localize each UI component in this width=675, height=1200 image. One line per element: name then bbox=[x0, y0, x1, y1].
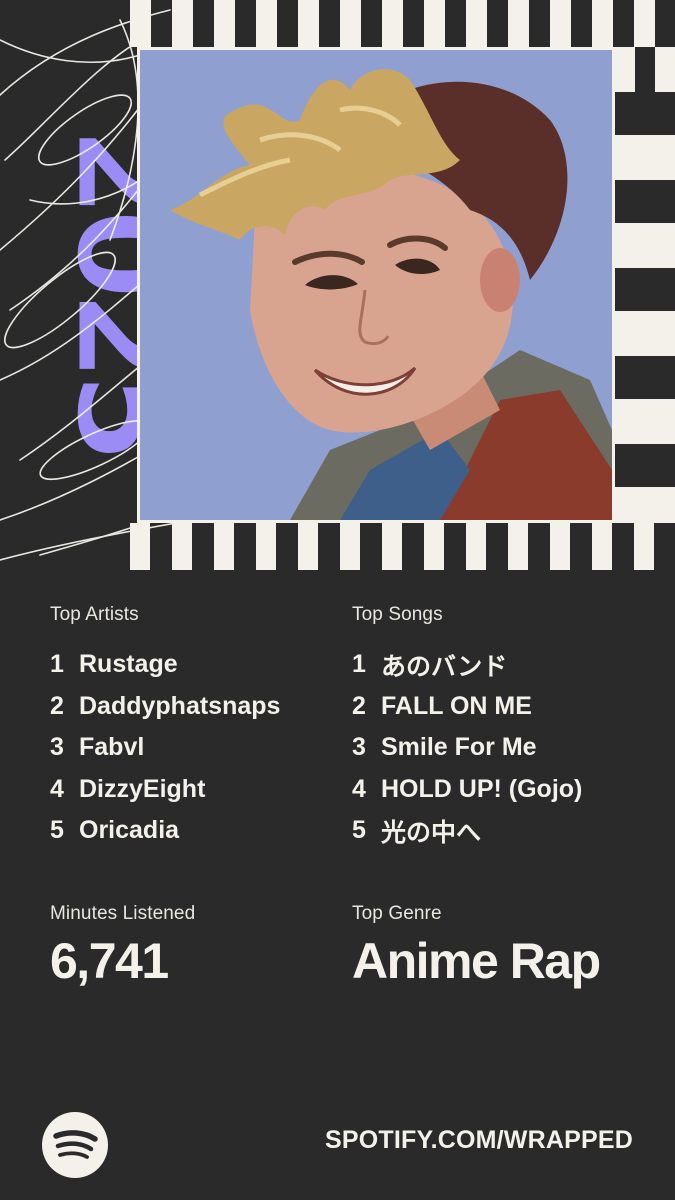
minutes-listened-value: 6,741 bbox=[50, 933, 169, 989]
song-name: HOLD UP! (Gojo) bbox=[381, 774, 583, 803]
artist-name: Rustage bbox=[79, 650, 178, 679]
song-name: あのバンド bbox=[381, 652, 508, 681]
artist-list-item: 3 Fabvl bbox=[50, 727, 340, 769]
minutes-listened-label: Minutes Listened bbox=[50, 903, 196, 924]
top-artists-label: Top Artists bbox=[50, 604, 139, 625]
song-list-item: 5 光の中へ bbox=[352, 810, 652, 852]
artist-list-item: 4 DizzyEight bbox=[50, 769, 340, 811]
song-name: FALL ON ME bbox=[381, 691, 532, 720]
wrapped-card: 2025 Top Artists 1 Rustage 2 Daddyphatsn… bbox=[0, 0, 675, 1200]
artist-name: DizzyEight bbox=[79, 774, 206, 803]
song-rank: 4 bbox=[352, 774, 366, 803]
artist-list-item: 2 Daddyphatsnaps bbox=[50, 686, 340, 728]
song-name: 光の中へ bbox=[381, 818, 482, 847]
artist-portrait-image bbox=[140, 50, 612, 520]
artist-rank: 3 bbox=[50, 733, 64, 762]
artist-rank: 1 bbox=[50, 650, 64, 679]
song-rank: 1 bbox=[352, 650, 366, 679]
top-artists-section: Top Artists 1 Rustage 2 Daddyphatsnaps 3… bbox=[50, 601, 340, 852]
top-songs-list: 1 あのバンド 2 FALL ON ME 3 Smile For Me 4 HO… bbox=[352, 644, 652, 852]
song-name: Smile For Me bbox=[381, 733, 537, 762]
artist-name: Fabvl bbox=[79, 733, 145, 762]
song-list-item: 4 HOLD UP! (Gojo) bbox=[352, 769, 652, 811]
wrapped-link[interactable]: SPOTIFY.COM/WRAPPED bbox=[325, 1126, 633, 1155]
artist-portrait-frame bbox=[137, 47, 615, 523]
artist-rank: 5 bbox=[50, 816, 64, 845]
artist-rank: 2 bbox=[50, 691, 64, 720]
artist-name: Daddyphatsnaps bbox=[79, 691, 281, 720]
song-rank: 5 bbox=[352, 816, 366, 845]
song-list-item: 3 Smile For Me bbox=[352, 727, 652, 769]
spotify-logo-icon[interactable] bbox=[42, 1112, 108, 1178]
song-list-item: 1 あのバンド bbox=[352, 644, 652, 686]
artist-list-item: 1 Rustage bbox=[50, 644, 340, 686]
top-genre-label: Top Genre bbox=[352, 903, 442, 924]
top-genre-section: Top Genre Anime Rap bbox=[352, 900, 652, 988]
top-songs-label: Top Songs bbox=[352, 604, 443, 625]
top-artists-list: 1 Rustage 2 Daddyphatsnaps 3 Fabvl 4 Diz… bbox=[50, 644, 340, 852]
artist-name: Oricadia bbox=[79, 816, 180, 845]
artist-rank: 4 bbox=[50, 774, 64, 803]
song-rank: 3 bbox=[352, 733, 366, 762]
song-list-item: 2 FALL ON ME bbox=[352, 686, 652, 728]
top-genre-value: Anime Rap bbox=[352, 933, 601, 989]
top-songs-section: Top Songs 1 あのバンド 2 FALL ON ME 3 Smile F… bbox=[352, 601, 652, 852]
minutes-listened-section: Minutes Listened 6,741 bbox=[50, 900, 340, 988]
artist-list-item: 5 Oricadia bbox=[50, 810, 340, 852]
song-rank: 2 bbox=[352, 691, 366, 720]
artwork-zone: 2025 bbox=[0, 0, 675, 570]
